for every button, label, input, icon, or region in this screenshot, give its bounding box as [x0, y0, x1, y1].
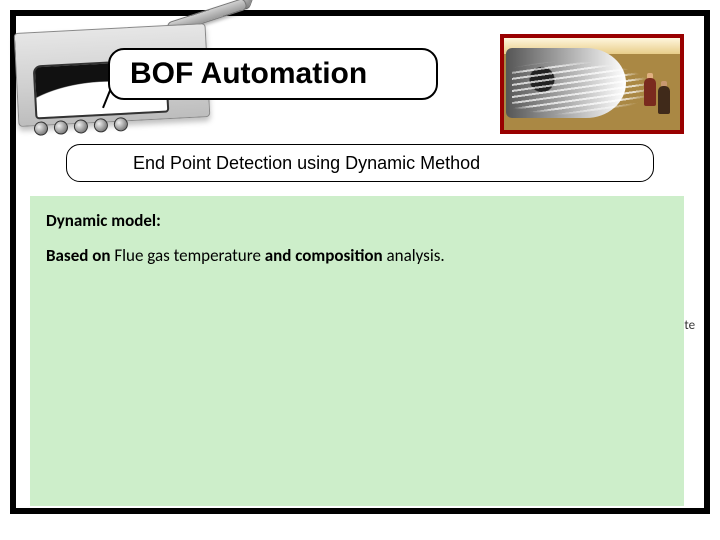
content-body-prefix: Based on: [46, 245, 114, 266]
factory-photo-workers: [642, 56, 676, 122]
factory-photo: [500, 34, 684, 134]
content-body-normal-2: analysis.: [387, 245, 445, 266]
subtitle-text: End Point Detection using Dynamic Method: [133, 153, 480, 174]
content-panel: Dynamic model: Based on Flue gas tempera…: [30, 196, 684, 506]
title-text: BOF Automation: [130, 57, 367, 91]
title-box: BOF Automation: [108, 48, 438, 100]
content-body-normal-1: Flue gas temperature: [114, 245, 264, 266]
content-heading: Dynamic model:: [46, 210, 668, 231]
slide-frame: BOF Automation End Point Detection using…: [10, 10, 710, 514]
subtitle-box: End Point Detection using Dynamic Method: [66, 144, 654, 182]
content-body: Based on Flue gas temperature and compos…: [46, 245, 668, 266]
content-body-mid: and composition: [265, 245, 387, 266]
